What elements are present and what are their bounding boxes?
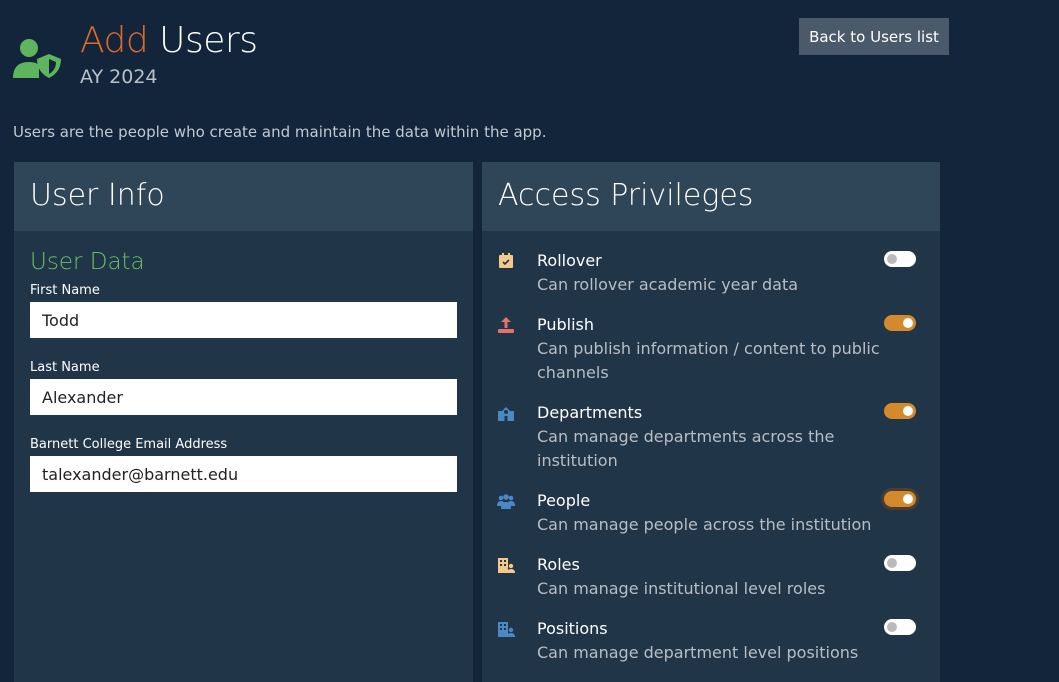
upload-icon [498,317,514,333]
user-shield-icon [13,39,61,78]
departments-toggle[interactable] [884,403,916,419]
privilege-name: Positions [537,619,608,638]
privilege-desc: Can publish information / content to pub… [537,339,880,382]
building-user-icon [498,558,515,573]
email-input[interactable] [30,456,457,492]
title-rest: Users [159,20,258,61]
privilege-name: Departments [537,403,643,422]
panel-title: User Info [14,162,473,231]
positions-toggle[interactable] [884,619,916,635]
privilege-departments: Departments Can manage departments acros… [482,401,940,473]
panel-title: Access Privileges [482,162,940,231]
publish-toggle[interactable] [884,315,916,331]
first-name-input[interactable] [30,302,457,338]
users-icon [497,494,515,509]
privilege-desc: Can manage departments across the instit… [537,427,835,470]
rollover-toggle[interactable] [884,251,916,267]
intro-text: Users are the people who create and main… [13,123,547,141]
privilege-desc: Can manage institutional level roles [537,579,826,598]
privilege-people: People Can manage people across the inst… [482,489,940,537]
school-icon [498,407,514,421]
last-name-input[interactable] [30,379,457,415]
people-toggle[interactable] [884,491,916,507]
title-accent: Add [80,20,149,61]
access-privileges-panel: Access Privileges Rollover Can rollover … [482,162,940,682]
privilege-desc: Can manage people across the institution [537,515,872,534]
page-title: Add Users [80,20,258,61]
calendar-check-icon [499,253,513,268]
last-name-label: Last Name [30,360,100,375]
roles-toggle[interactable] [884,555,916,571]
privilege-publish: Publish Can publish information / conten… [482,313,940,385]
privilege-name: People [537,491,591,510]
back-to-users-button[interactable]: Back to Users list [799,18,949,55]
privilege-name: Roles [537,555,580,574]
privilege-desc: Can rollover academic year data [537,275,799,294]
user-info-panel: User Info User Data First Name Last Name… [14,162,473,682]
building-user-icon [498,622,515,637]
privilege-rollover: Rollover Can rollover academic year data [482,249,940,297]
privilege-name: Publish [537,315,595,334]
privilege-positions: Positions Can manage department level po… [482,617,940,665]
first-name-label: First Name [30,283,100,298]
privilege-roles: Roles Can manage institutional level rol… [482,553,940,601]
privilege-desc: Can manage department level positions [537,643,859,662]
email-label: Barnett College Email Address [30,437,228,452]
page-subtitle: AY 2024 [80,66,158,88]
section-title: User Data [30,249,145,275]
privilege-name: Rollover [537,251,602,270]
